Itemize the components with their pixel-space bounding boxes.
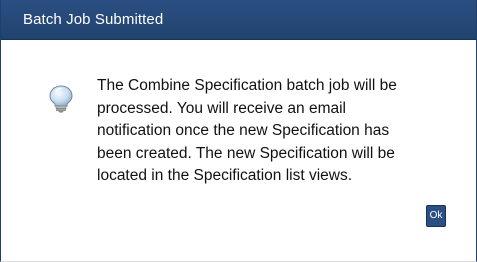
dialog-title: Batch Job Submitted [23, 11, 164, 28]
message-line: located in the Specification list views. [97, 167, 353, 184]
message-line: processed. You will receive an email [97, 99, 346, 117]
lightbulb-icon [49, 85, 73, 113]
message-line: notification once the new Specification … [97, 122, 390, 139]
dialog-message: The Combine Specification batch job will… [97, 75, 452, 188]
dialog-titlebar: Batch Job Submitted [1, 0, 476, 40]
ok-button[interactable]: Ok [426, 205, 446, 227]
batch-job-dialog: Batch Job Submitted The Combine Specific… [0, 0, 477, 262]
message-line: The Combine Specification batch job will… [97, 77, 397, 94]
message-line: been created. The new Specification will… [97, 144, 395, 162]
